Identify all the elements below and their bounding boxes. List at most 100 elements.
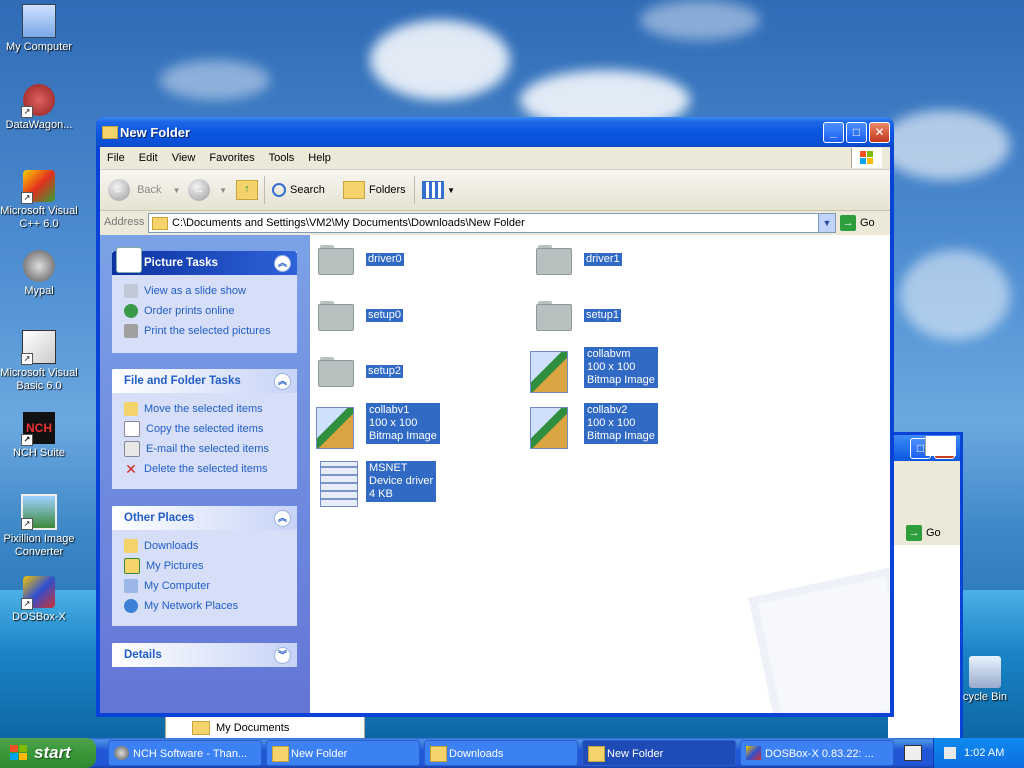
minimize-button[interactable]: _	[823, 122, 844, 143]
desktop-icon-visual-basic[interactable]: ↗ Microsoft Visual Basic 6.0	[0, 330, 78, 393]
place-label: My Pictures	[146, 560, 204, 572]
system-tray: 1:02 AM	[933, 738, 1024, 768]
task-copy-items[interactable]: Copy the selected items	[112, 419, 297, 439]
task-pane: Picture Tasks ︽ View as a slide show Ord…	[100, 235, 310, 713]
file-item[interactable]: driver1	[536, 245, 646, 285]
file-item[interactable]: setup2	[318, 357, 428, 397]
address-input[interactable]: C:\Documents and Settings\VM2\My Documen…	[148, 213, 836, 233]
clock[interactable]: 1:02 AM	[964, 747, 1004, 759]
file-name: setup0	[366, 309, 404, 322]
folders-button[interactable]: Folders	[343, 178, 406, 202]
start-button[interactable]: start	[0, 738, 96, 768]
task-email-items[interactable]: E-mail the selected items	[112, 439, 297, 459]
picture-tasks-header[interactable]: Picture Tasks ︽	[112, 247, 297, 275]
file-name: driver1	[584, 253, 622, 266]
file-item[interactable]: collabv1 100 x 100 Bitmap Image	[312, 403, 442, 451]
task-delete-items[interactable]: ✕ Delete the selected items	[112, 459, 297, 479]
visual-basic-icon: ↗	[21, 330, 56, 365]
expand-chevron-icon[interactable]: ︾	[274, 647, 291, 664]
collapse-chevron-icon[interactable]: ︽	[274, 373, 291, 390]
volume-icon[interactable]	[944, 747, 956, 760]
taskbar-task-new-folder-2[interactable]: New Folder	[582, 740, 736, 766]
go-arrow-icon: →	[906, 525, 922, 542]
keyboard-icon[interactable]	[904, 745, 922, 761]
close-button[interactable]: ✕	[869, 122, 890, 143]
folder-up-icon: ↑	[236, 180, 258, 201]
menu-file[interactable]: File	[100, 147, 132, 169]
back-label: Back	[137, 184, 162, 196]
menu-help[interactable]: Help	[301, 147, 338, 169]
desktop-icon-visual-cpp[interactable]: ↗ Microsoft Visual C++ 6.0	[0, 170, 78, 231]
behind-my-documents[interactable]: My Documents	[165, 716, 365, 740]
task-view-slideshow[interactable]: View as a slide show	[112, 281, 297, 301]
file-item[interactable]: collabvm 100 x 100 Bitmap Image	[530, 347, 660, 395]
desktop-icon-my-computer[interactable]: My Computer	[0, 4, 78, 54]
taskbar-task-new-folder-1[interactable]: New Folder	[266, 740, 420, 766]
background-window[interactable]: □ ✕ →Go	[888, 432, 963, 748]
details-header[interactable]: Details ︾	[112, 643, 297, 667]
address-dropdown-button[interactable]: ▼	[818, 214, 835, 232]
menu-view[interactable]: View	[165, 147, 203, 169]
folder-icon	[102, 126, 118, 139]
paintbrush-bitmap-icon	[530, 407, 568, 449]
toolbar-separator	[414, 176, 415, 204]
order-prints-icon	[124, 304, 138, 319]
place-my-pictures[interactable]: My Pictures	[112, 556, 297, 576]
desktop-icon-dosbox[interactable]: ↗ DOSBox-X	[0, 576, 78, 624]
place-network[interactable]: My Network Places	[112, 596, 297, 616]
place-my-computer[interactable]: My Computer	[112, 576, 297, 596]
collapse-chevron-icon[interactable]: ︽	[274, 510, 291, 527]
desktop-icon-nch-suite[interactable]: NCH ↗ NCH Suite	[0, 412, 78, 460]
file-item[interactable]: MSNET Device driver 4 KB	[318, 459, 448, 509]
bg-go-button[interactable]: → Go	[904, 524, 952, 542]
explorer-window[interactable]: New Folder _ □ ✕ File Edit View Favorites To…	[96, 117, 894, 717]
email-icon	[124, 441, 140, 458]
other-places-header[interactable]: Other Places ︽	[112, 506, 297, 530]
toolbar: ← Back ▼ → ▼ ↑ Search Folders ▼	[100, 170, 890, 211]
folders-icon	[343, 181, 365, 200]
forward-button[interactable]: → ▼	[188, 178, 227, 202]
desktop-icon-mypal[interactable]: Mypal	[0, 250, 78, 298]
menu-edit[interactable]: Edit	[132, 147, 165, 169]
panel-title: File and Folder Tasks	[124, 375, 241, 387]
maximize-button[interactable]: □	[846, 122, 867, 143]
place-downloads[interactable]: Downloads	[112, 536, 297, 556]
back-button[interactable]: ← Back ▼	[108, 178, 181, 202]
desktop-icon-label: NCH Suite	[13, 447, 65, 459]
task-move-items[interactable]: Move the selected items	[112, 399, 297, 419]
up-button[interactable]: ↑	[236, 178, 258, 202]
go-button[interactable]: → Go	[840, 214, 875, 232]
folder-icon	[318, 301, 354, 331]
task-order-prints[interactable]: Order prints online	[112, 301, 297, 321]
file-item[interactable]: driver0	[318, 245, 428, 285]
chevron-down-icon: ▼	[219, 186, 227, 195]
window-titlebar[interactable]: New Folder _ □ ✕	[96, 117, 894, 147]
address-value: C:\Documents and Settings\VM2\My Documen…	[172, 217, 525, 229]
windows-logo-icon	[851, 148, 882, 168]
menu-favorites[interactable]: Favorites	[202, 147, 261, 169]
address-label: Address	[104, 216, 145, 228]
taskbar-task-dosbox[interactable]: DOSBox-X 0.83.22: ...	[740, 740, 894, 766]
task-print-pictures[interactable]: Print the selected pictures	[112, 321, 297, 341]
task-label: Downloads	[449, 748, 504, 760]
background-window-menubar	[888, 436, 960, 483]
taskbar-task-downloads[interactable]: Downloads	[424, 740, 578, 766]
menu-tools[interactable]: Tools	[262, 147, 302, 169]
file-folder-tasks-header[interactable]: File and Folder Tasks ︽	[112, 369, 297, 393]
desktop-icon-pixillion[interactable]: ↗ Pixillion Image Converter	[0, 494, 78, 559]
file-name: driver0	[366, 253, 404, 266]
file-item[interactable]: collabv2 100 x 100 Bitmap Image	[530, 403, 660, 451]
behind-my-documents-label: My Documents	[216, 722, 290, 734]
file-item[interactable]: setup1	[536, 301, 646, 341]
file-item[interactable]: setup0	[318, 301, 428, 341]
desktop-icon-datawagon[interactable]: ↗ DataWagon...	[0, 84, 78, 132]
views-button[interactable]: ▼	[422, 178, 455, 202]
file-view[interactable]: driver0 driver1 setup0 setup1 setup2 col…	[310, 235, 890, 713]
picture-watermark-icon	[748, 567, 890, 713]
window-title: New Folder	[120, 125, 191, 140]
taskbar-task-nch[interactable]: NCH Software - Than...	[108, 740, 262, 766]
search-button[interactable]: Search	[272, 178, 325, 202]
folder-icon	[536, 301, 572, 331]
file-dimensions: 100 x 100	[587, 417, 636, 429]
collapse-chevron-icon[interactable]: ︽	[274, 255, 291, 272]
